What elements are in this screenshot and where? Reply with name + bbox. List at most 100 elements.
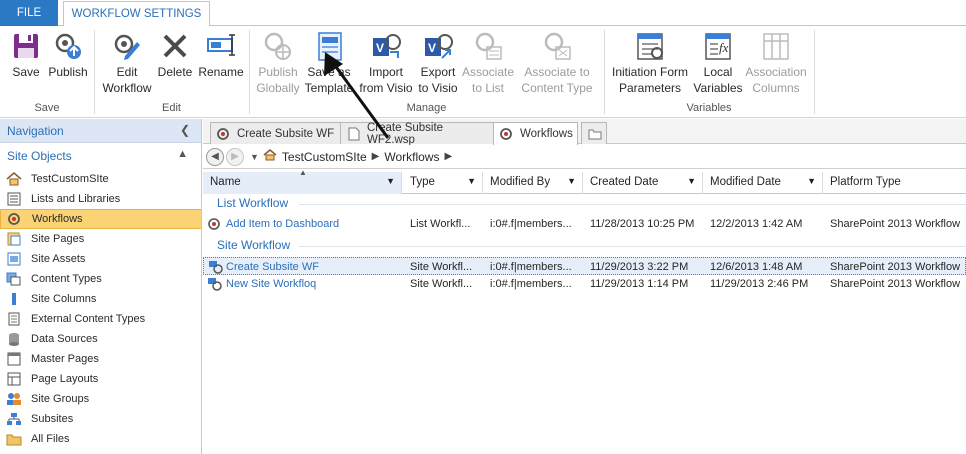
breadcrumb: ◀ ▶ ▼ TestCustomSIte ▶ Workflows ▶ <box>203 145 966 169</box>
nav-item-subsites[interactable]: Subsites <box>0 409 202 429</box>
publish-globally-icon <box>262 30 294 62</box>
nav-item-site-groups[interactable]: Site Groups <box>0 389 202 409</box>
new-tab-folder-icon <box>588 127 602 141</box>
nav-item-site-columns[interactable]: Site Columns <box>0 289 202 309</box>
rename-button[interactable]: Rename <box>197 30 245 80</box>
column-header-name[interactable]: Name ▼ ▲ <box>203 168 402 194</box>
workflow-name-link[interactable]: New Site Workfloq <box>226 278 316 290</box>
data-sources-icon <box>6 332 22 346</box>
nav-item-site-assets[interactable]: Site Assets <box>0 249 202 269</box>
site-objects-list: TestCustomSIte Lists and Libraries Workf… <box>0 169 202 449</box>
collapse-chevron-icon[interactable]: ❮ <box>180 123 190 137</box>
sort-ascending-icon: ▲ <box>299 168 307 177</box>
ribbon-tab-bar: FILE WORKFLOW SETTINGS <box>0 0 966 27</box>
group-label-save: Save <box>34 102 60 114</box>
table-row-selected[interactable]: Create Subsite WF Site Workfl... i:0#.f|… <box>203 257 966 275</box>
initiation-form-icon <box>634 30 666 62</box>
delete-button[interactable]: Delete <box>157 30 193 80</box>
doc-tab-create-subsite-wf[interactable]: Create Subsite WF <box>210 122 341 144</box>
tab-workflow-settings[interactable]: WORKFLOW SETTINGS <box>63 1 210 27</box>
site-pages-icon <box>6 232 22 246</box>
chevron-down-icon[interactable]: ▼ <box>386 176 395 186</box>
group-label-variables: Variables <box>686 102 732 114</box>
workflow-name-link[interactable]: Add Item to Dashboard <box>226 218 339 230</box>
column-header-type[interactable]: Type ▼ <box>403 172 483 194</box>
new-tab-button[interactable] <box>581 122 607 144</box>
nav-item-all-files[interactable]: All Files <box>0 429 202 449</box>
association-columns-icon <box>760 30 792 62</box>
nav-item-workflows[interactable]: Workflows <box>0 209 202 229</box>
breadcrumb-workflows[interactable]: Workflows <box>384 150 439 164</box>
subsites-icon <box>6 412 22 426</box>
document-tab-bar: Create Subsite WF Create Subsite WF2.wsp… <box>203 119 966 146</box>
doc-tab-workflows[interactable]: Workflows <box>493 122 578 145</box>
site-columns-icon <box>6 292 22 306</box>
publish-globally-button[interactable]: Publish Globally <box>254 30 302 96</box>
nav-item-lists-and-libraries[interactable]: Lists and Libraries <box>0 189 202 209</box>
nav-item-master-pages[interactable]: Master Pages <box>0 349 202 369</box>
nav-item-testcustomsite[interactable]: TestCustomSIte <box>0 169 202 189</box>
save-as-template-button[interactable]: Save as Template <box>303 30 355 96</box>
initiation-form-parameters-button[interactable]: Initiation Form Parameters <box>609 30 691 96</box>
breadcrumb-separator-icon[interactable]: ▶ <box>372 151 380 162</box>
navigation-title: Navigation <box>7 124 64 138</box>
column-header-modified-date[interactable]: Modified Date ▼ <box>703 172 823 194</box>
workflow-name-link[interactable]: Create Subsite WF <box>226 261 319 273</box>
workflow-icon <box>217 127 231 141</box>
visio-export-icon: V <box>422 30 454 62</box>
local-variables-icon: fx <box>702 30 734 62</box>
chevron-up-icon[interactable]: ▲ <box>177 148 188 160</box>
associate-list-icon <box>472 30 504 62</box>
import-from-visio-button[interactable]: V Import from Visio <box>358 30 414 96</box>
publish-icon <box>52 30 84 62</box>
list-icon <box>6 192 22 206</box>
content-types-icon <box>6 272 22 286</box>
nav-item-data-sources[interactable]: Data Sources <box>0 329 202 349</box>
breadcrumb-site[interactable]: TestCustomSIte <box>282 150 367 164</box>
chevron-down-icon[interactable]: ▼ <box>467 176 476 186</box>
page-layouts-icon <box>6 372 22 386</box>
site-workflow-icon <box>207 277 223 291</box>
associate-to-content-type-button[interactable]: Associate to Content Type <box>516 30 598 96</box>
chevron-down-icon[interactable]: ▼ <box>250 152 259 162</box>
home-icon <box>6 172 22 186</box>
navigation-header[interactable]: Navigation ❮ <box>0 119 202 143</box>
nav-item-page-layouts[interactable]: Page Layouts <box>0 369 202 389</box>
chevron-down-icon[interactable]: ▼ <box>807 176 816 186</box>
save-template-icon <box>313 30 345 62</box>
breadcrumb-separator-icon[interactable]: ▶ <box>444 151 452 162</box>
site-objects-header[interactable]: Site Objects ▲ <box>0 146 202 168</box>
group-header-list-workflow[interactable]: List Workflow <box>217 196 288 210</box>
association-columns-button[interactable]: Association Columns <box>744 30 808 96</box>
associate-to-list-button[interactable]: Associate to List <box>461 30 515 96</box>
nav-item-site-pages[interactable]: Site Pages <box>0 229 202 249</box>
site-objects-title: Site Objects <box>7 149 72 163</box>
chevron-down-icon[interactable]: ▼ <box>567 176 576 186</box>
export-to-visio-button[interactable]: V Export to Visio <box>416 30 460 96</box>
external-content-types-icon <box>6 312 22 326</box>
ribbon: Save Publish Save Edit Workflow Delete R… <box>0 26 966 118</box>
save-button[interactable]: Save <box>8 30 44 80</box>
column-header-platform-type[interactable]: Platform Type <box>823 172 966 194</box>
publish-button[interactable]: Publish <box>46 30 90 80</box>
doc-tab-create-subsite-wf2-wsp[interactable]: Create Subsite WF2.wsp <box>340 122 494 146</box>
edit-workflow-icon <box>111 30 143 62</box>
table-row[interactable]: New Site Workfloq Site Workfl... i:0#.f|… <box>203 275 966 293</box>
edit-workflow-button[interactable]: Edit Workflow <box>100 30 154 96</box>
folder-icon <box>6 432 22 446</box>
group-header-site-workflow[interactable]: Site Workflow <box>217 238 290 252</box>
back-button[interactable]: ◀ <box>206 147 224 166</box>
floppy-disk-icon <box>10 30 42 62</box>
svg-text:V: V <box>428 41 436 55</box>
list-workflow-icon <box>207 217 223 231</box>
forward-button[interactable]: ▶ <box>226 147 244 166</box>
workflow-icon <box>500 127 514 141</box>
column-header-modified-by[interactable]: Modified By ▼ <box>483 172 583 194</box>
chevron-down-icon[interactable]: ▼ <box>687 176 696 186</box>
table-row[interactable]: Add Item to Dashboard List Workfl... i:0… <box>203 215 966 233</box>
column-header-created-date[interactable]: Created Date ▼ <box>583 172 703 194</box>
nav-item-external-content-types[interactable]: External Content Types <box>0 309 202 329</box>
local-variables-button[interactable]: fx Local Variables <box>692 30 744 96</box>
nav-item-content-types[interactable]: Content Types <box>0 269 202 289</box>
tab-file[interactable]: FILE <box>0 0 58 26</box>
